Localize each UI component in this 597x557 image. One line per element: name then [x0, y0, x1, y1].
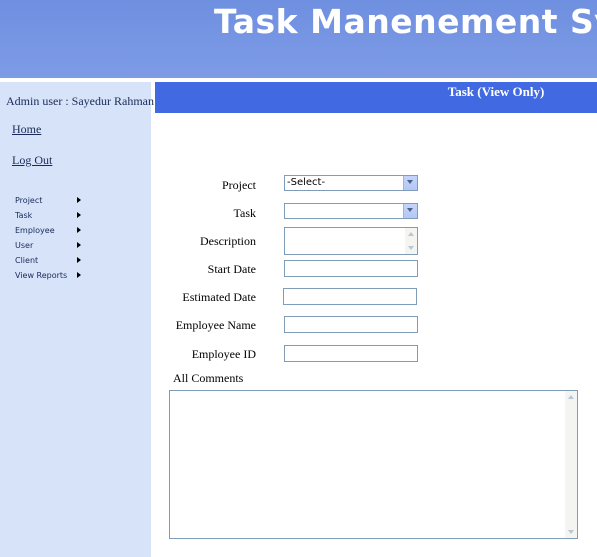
menu-item-label: Client	[15, 256, 39, 265]
task-select[interactable]	[284, 203, 418, 219]
all-comments-label: All Comments	[173, 371, 244, 385]
estimated-date-field[interactable]	[283, 288, 417, 305]
employee-name-field[interactable]	[284, 316, 418, 333]
comments-scrollbar[interactable]	[565, 391, 577, 538]
scroll-up-icon[interactable]	[406, 229, 416, 239]
chevron-down-icon[interactable]	[403, 204, 417, 218]
page-title-bar: Task (View Only)	[155, 82, 597, 113]
menu-item-label: View Reports	[15, 271, 68, 280]
app-title: Task Manenement System	[214, 2, 597, 41]
triangle-right-icon	[77, 257, 81, 263]
project-label: Project	[222, 178, 256, 192]
start-date-label: Start Date	[207, 262, 256, 276]
triangle-right-icon	[77, 212, 81, 218]
estimated-date-label: Estimated Date	[182, 290, 256, 304]
menu-item-label: Employee	[15, 226, 55, 235]
employee-name-label: Employee Name	[175, 318, 256, 332]
employee-id-label: Employee ID	[191, 347, 256, 361]
description-label: Description	[200, 234, 256, 248]
description-textarea[interactable]	[284, 227, 418, 255]
scroll-down-icon[interactable]	[566, 527, 576, 537]
menu-item-label: Task	[15, 211, 33, 220]
triangle-right-icon	[77, 272, 81, 278]
menu-item-project[interactable]: Project	[15, 196, 85, 205]
menu-item-user[interactable]: User	[15, 241, 85, 250]
scroll-up-icon[interactable]	[566, 392, 576, 402]
menu-item-view-reports[interactable]: View Reports	[15, 271, 85, 280]
page-title: Task (View Only)	[447, 84, 545, 99]
app-header: Task Manenement System	[0, 0, 597, 78]
scroll-down-icon[interactable]	[406, 243, 416, 253]
menu-item-task[interactable]: Task	[15, 211, 85, 220]
menu-item-label: Project	[15, 196, 43, 205]
triangle-right-icon	[77, 197, 81, 203]
project-select[interactable]: -Select-	[284, 175, 418, 191]
menu-item-label: User	[15, 241, 34, 250]
menu-item-client[interactable]: Client	[15, 256, 85, 265]
description-scrollbar[interactable]	[405, 228, 417, 254]
triangle-right-icon	[77, 242, 81, 248]
start-date-field[interactable]	[284, 260, 418, 277]
task-label: Task	[233, 206, 257, 220]
employee-id-field[interactable]	[284, 345, 418, 362]
admin-user-label: Admin user : Sayedur Rahman	[6, 94, 154, 108]
menu-item-employee[interactable]: Employee	[15, 226, 85, 235]
project-select-value: -Select-	[287, 177, 326, 188]
logout-link[interactable]: Log Out	[12, 153, 52, 168]
chevron-down-icon[interactable]	[403, 176, 417, 190]
triangle-right-icon	[77, 227, 81, 233]
sidebar: Admin user : Sayedur Rahman Home Log Out…	[0, 82, 154, 557]
home-link[interactable]: Home	[12, 122, 41, 137]
all-comments-textarea[interactable]	[169, 390, 578, 539]
